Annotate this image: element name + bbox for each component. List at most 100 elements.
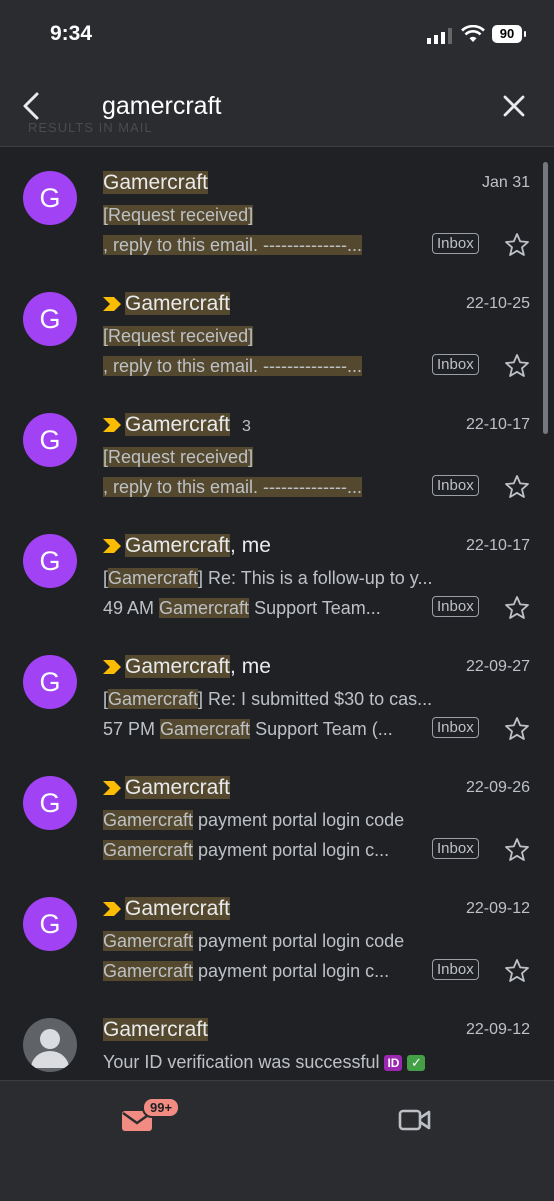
wifi-icon [461,25,485,42]
sender-avatar: G [23,534,77,588]
email-sender: Gamercraft [103,776,231,800]
email-row[interactable]: G Gamercraft 22-09-26 Gamercraft payment po… [0,752,554,873]
email-row[interactable]: G Gamercraft 22-10-25 [Request received] , r… [0,268,554,389]
email-subject: [Request received] [103,447,433,468]
email-date: 22-09-26 [465,779,530,796]
check-emoji-icon: ✓ [407,1055,426,1072]
email-subject: [Request received] [103,326,433,347]
star-icon[interactable] [503,836,531,864]
sender-name: Gamercraft [103,1018,209,1041]
search-match-highlight: Gamercraft [108,689,199,709]
email-sender: Gamercraft [103,171,209,195]
search-match-highlight: Gamercraft [103,931,194,951]
important-marker-icon [103,781,121,796]
unread-count-badge: 99+ [142,1097,181,1118]
email-row[interactable]: G Gamercraft 3 22-10-17 [Request received] , … [0,389,554,510]
email-row[interactable]: G Gamercraft, me 22-10-17 [Gamercraft] Re: … [0,510,554,631]
battery-icon: 90 [492,25,526,43]
search-match-highlight: Gamercraft [103,810,194,830]
star-icon[interactable] [503,473,531,501]
email-snippet: , reply to this email. --------------... [103,356,433,377]
battery-level: 90 [499,26,515,41]
inbox-label-chip: Inbox [432,596,479,617]
id-emoji-icon: ID [384,1055,403,1072]
email-snippet: 57 PM Gamercraft Support Team (... [103,719,393,739]
clear-search-icon[interactable] [498,90,530,122]
email-subject: Gamercraft payment portal login code [103,931,405,951]
email-row[interactable]: G Gamercraft 22-09-12 Gamercraft payment po… [0,873,554,994]
important-marker-icon [103,539,121,554]
email-date: 22-10-17 [465,537,530,554]
thread-count: 3 [242,418,251,435]
email-date: Jan 31 [481,174,530,191]
star-icon[interactable] [503,231,531,259]
search-match-highlight: Gamercraft [160,719,251,739]
email-row[interactable]: G Gamercraft Jan 31 [Request received] , rep… [0,147,554,268]
scrollbar[interactable] [543,162,548,434]
sender-avatar: G [23,413,77,467]
email-date: 22-09-12 [465,1021,530,1038]
email-subject: [Gamercraft] Re: This is a follow-up to … [103,568,433,588]
search-match-highlight: , reply to this email. --------------... [103,356,362,376]
email-sender: Gamercraft 3 [103,413,251,437]
sender-name: Gamercraft [125,292,231,315]
email-date: 22-10-17 [465,416,530,433]
inbox-label-chip: Inbox [432,354,479,375]
email-row[interactable]: Gamercraft 22-09-12 Your ID verification w… [0,994,554,1080]
email-subject: Your ID verification was successful ID ✓ [103,1052,493,1073]
email-sender: Gamercraft [103,897,231,921]
email-snippet: Gamercraft payment portal login c... [103,961,390,981]
back-arrow-icon[interactable] [14,88,50,124]
email-sender: Gamercraft, me [103,655,271,679]
star-icon[interactable] [503,594,531,622]
search-match-highlight: Gamercraft [103,961,194,981]
important-marker-icon [103,297,121,312]
sender-avatar: G [23,292,77,346]
email-subject: [Gamercraft] Re: I submitted $30 to cas.… [103,689,433,709]
search-match-highlight: [Request received] [103,326,254,346]
inbox-label-chip: Inbox [432,233,479,254]
star-icon[interactable] [503,715,531,743]
sender-avatar: G [23,776,77,830]
search-match-highlight: , reply to this email. --------------... [103,235,362,255]
email-date: 22-09-12 [465,900,530,917]
sender-name: Gamercraft [125,655,231,678]
search-query-input[interactable]: gamercraft [102,92,221,121]
search-match-highlight: Gamercraft [108,568,199,588]
sender-name: Gamercraft [125,776,231,799]
email-snippet: , reply to this email. --------------... [103,235,433,256]
inbox-label-chip: Inbox [432,475,479,496]
email-snippet: 49 AM Gamercraft Support Team... [103,598,381,618]
status-bar: 9:34 90 [0,0,554,70]
sender-name: Gamercraft [125,534,231,557]
inbox-label-chip: Inbox [432,838,479,859]
search-match-highlight: Gamercraft [159,598,250,618]
status-time: 9:34 [50,22,93,45]
email-sender: Gamercraft, me [103,534,271,558]
search-match-highlight: [Request received] [103,447,254,467]
search-match-highlight: [Request received] [103,205,254,225]
email-date: 22-10-25 [465,295,530,312]
sender-avatar: G [23,897,77,951]
star-icon[interactable] [503,957,531,985]
cellular-signal-icon [427,28,452,44]
inbox-label-chip: Inbox [432,717,479,738]
search-match-highlight: Gamercraft [103,840,194,860]
video-meet-tab-icon[interactable] [398,1107,432,1133]
star-icon[interactable] [503,352,531,380]
sender-name: Gamercraft [125,897,231,920]
email-row[interactable]: G Gamercraft, me 22-09-27 [Gamercraft] Re: … [0,631,554,752]
email-snippet: , reply to this email. --------------... [103,477,433,498]
email-sender: Gamercraft [103,292,231,316]
search-bar: Results in mail gamercraft [0,70,554,147]
email-subject: Gamercraft payment portal login code [103,810,405,830]
important-marker-icon [103,418,121,433]
sender-extra: , me [230,655,271,678]
email-sender: Gamercraft [103,1018,209,1042]
search-match-highlight: , reply to this email. --------------... [103,477,362,497]
important-marker-icon [103,902,121,917]
sender-extra: , me [230,534,271,557]
email-date: 22-09-27 [465,658,530,675]
inbox-label-chip: Inbox [432,959,479,980]
email-list: G Gamercraft Jan 31 [Request received] , rep… [0,147,554,1080]
